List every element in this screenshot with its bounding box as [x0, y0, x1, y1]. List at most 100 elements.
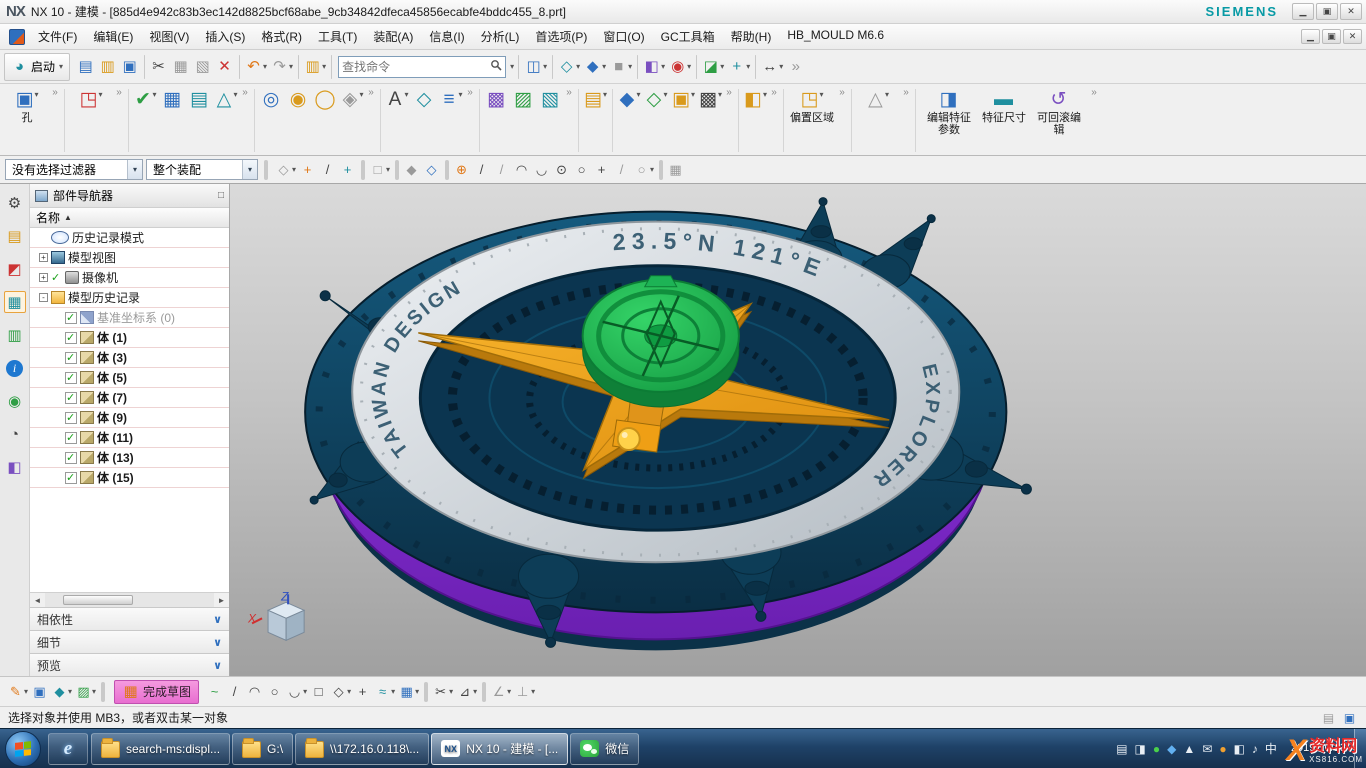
part-navigator-icon[interactable]: ▦	[4, 291, 26, 313]
reopen-part-icon[interactable]: ▥▾	[302, 54, 328, 80]
snap-online-icon[interactable]: /	[492, 159, 512, 181]
snap-intersection-icon[interactable]: +	[338, 159, 358, 181]
open-file-icon[interactable]: ▥	[97, 54, 119, 80]
child-restore-button[interactable]: ▣	[1322, 29, 1341, 44]
feature-toolbar-item[interactable]	[64, 89, 65, 152]
sketch-toolbar-icon[interactable]	[482, 682, 486, 702]
navigator-section[interactable]: 相依性 ∨	[30, 607, 229, 630]
toolbar-icon[interactable]	[298, 55, 299, 79]
toolbar-icon[interactable]	[755, 55, 756, 79]
scroll-left-icon[interactable]: ◄	[30, 596, 45, 605]
visibility-checkbox[interactable]	[65, 372, 77, 384]
lattice-icon[interactable]: ▩	[483, 86, 510, 155]
blue-app-tray-icon[interactable]: ◆	[1167, 743, 1176, 755]
tree-node-label[interactable]: 体 (13)	[97, 449, 134, 466]
feature-toolbar-item[interactable]: »	[114, 86, 125, 155]
snap-slash-icon[interactable]: /	[612, 159, 632, 181]
navigator-section[interactable]: 细节 ∨	[30, 630, 229, 653]
coil-icon[interactable]: ◉	[285, 86, 312, 155]
search-chevron-icon[interactable]: ▾	[510, 62, 514, 71]
tree-node-label[interactable]: 模型历史记录	[68, 289, 140, 306]
tree-node-label[interactable]: 模型视图	[68, 249, 116, 266]
search-input[interactable]	[342, 60, 490, 74]
move-face-icon[interactable]: ◆▾	[616, 86, 643, 155]
sketch-constrain-icon[interactable]: ◆▾	[50, 681, 74, 703]
snap-center-icon[interactable]: ⊙	[552, 159, 572, 181]
offset-curve-icon[interactable]: ≈▾	[373, 681, 397, 703]
tree-node-label[interactable]: 体 (5)	[97, 369, 127, 386]
snap-midpoint-icon[interactable]: /	[318, 159, 338, 181]
tree-node-label[interactable]: 历史记录模式	[72, 229, 144, 246]
feature-dimension-button[interactable]: ▬ 特征尺寸	[979, 86, 1029, 155]
info-icon[interactable]: i	[4, 357, 26, 379]
snap-arc-icon[interactable]: ◠	[512, 159, 532, 181]
start-menu-button[interactable]: ◕ 启动 ▾	[4, 53, 70, 81]
snap-toolbar-icon[interactable]	[395, 160, 399, 180]
window-layout-icon[interactable]: ◫▾	[523, 54, 549, 80]
datum-axis-icon[interactable]: △▾	[213, 86, 240, 155]
shaded-select-icon[interactable]: ◆	[402, 159, 422, 181]
replace-face-icon[interactable]: ◇▾	[643, 86, 670, 155]
snap-plus-icon[interactable]: +	[592, 159, 612, 181]
boolean-button[interactable]: ◳▾	[68, 86, 114, 155]
feature-toolbar-item[interactable]: »	[564, 86, 575, 155]
feature-toolbar-item[interactable]: »	[769, 86, 780, 155]
toolbar-icon[interactable]	[637, 55, 638, 79]
feature-toolbar-item[interactable]: »	[366, 86, 377, 155]
torus-icon[interactable]: ◯	[312, 86, 339, 155]
taskbar-button[interactable]: NX 10 - 建模 - [...	[431, 733, 568, 765]
snapshot-icon[interactable]: ◧▾	[641, 54, 667, 80]
hole-button[interactable]: ▣▾ 孔	[4, 86, 50, 155]
app-tray-icon[interactable]: ◨	[1135, 743, 1146, 755]
menu-item[interactable]: 装配(A)	[365, 25, 421, 48]
visibility-checkbox[interactable]	[65, 412, 77, 424]
toolbar-icon[interactable]	[239, 55, 240, 79]
toolbar-overflow-icon[interactable]: »	[785, 54, 807, 80]
sketch-curve-icon[interactable]: ▣	[30, 681, 50, 703]
delete-face-button[interactable]: △▾	[855, 86, 901, 155]
sketch-pattern-icon[interactable]: ▨▾	[74, 681, 98, 703]
tree-row[interactable]: 历史记录模式	[30, 228, 229, 248]
tree-row[interactable]: 基准坐标系 (0)	[30, 308, 229, 328]
resize-face-icon[interactable]: ▣▾	[670, 86, 697, 155]
feature-toolbar-item[interactable]	[783, 89, 784, 152]
box-tool-icon[interactable]: ◧▾	[742, 86, 769, 155]
view-orient-icon[interactable]: ◇▾	[556, 54, 582, 80]
child-minimize-button[interactable]: ▁	[1301, 29, 1320, 44]
menu-item[interactable]: 视图(V)	[141, 25, 197, 48]
edit-feature-param-button[interactable]: ◨ 编辑特征参数	[919, 86, 979, 155]
reuse-library-icon[interactable]: ▥	[4, 324, 26, 346]
tree-row[interactable]: 体 (15)	[30, 468, 229, 488]
float-panel-icon[interactable]: □	[218, 190, 224, 201]
orange-app-tray-icon[interactable]: ●	[1219, 743, 1226, 755]
volume-tray-icon[interactable]: ♪	[1252, 743, 1258, 755]
search-icon[interactable]	[490, 59, 502, 74]
pattern-curve-icon[interactable]: ▦▾	[397, 681, 421, 703]
snap-ghost-icon[interactable]: ○▾	[632, 159, 656, 181]
feature-toolbar-item[interactable]	[578, 89, 579, 152]
visibility-checkbox[interactable]	[65, 472, 77, 484]
expander-icon[interactable]: +	[39, 253, 48, 262]
tree-row[interactable]: 体 (9)	[30, 408, 229, 428]
fillet-icon[interactable]: ◡▾	[285, 681, 309, 703]
tree-row[interactable]: - 模型历史记录	[30, 288, 229, 308]
snap-endpoint-icon[interactable]: /	[472, 159, 492, 181]
expander-icon[interactable]: -	[39, 293, 48, 302]
hidden-icons-chevron[interactable]: ▲	[1183, 743, 1195, 755]
snap-toolbar-icon[interactable]	[659, 160, 663, 180]
palette-icon[interactable]: ◧	[4, 456, 26, 478]
feature-toolbar-item[interactable]	[128, 89, 129, 152]
spring-tool-icon[interactable]: ◎	[258, 86, 285, 155]
toolbar-icon[interactable]	[696, 55, 697, 79]
menu-item[interactable]: 帮助(H)	[723, 25, 780, 48]
label-icon[interactable]: ▩▾	[697, 86, 724, 155]
tree-node-label[interactable]: 体 (1)	[97, 329, 127, 346]
rollback-edit-button[interactable]: ↺ 可回滚编辑	[1029, 86, 1089, 155]
feature-toolbar-item[interactable]: »	[1089, 86, 1100, 155]
tree-row[interactable]: 体 (3)	[30, 348, 229, 368]
visibility-checkbox[interactable]	[65, 312, 77, 324]
polygon-icon[interactable]: ◇▾	[329, 681, 353, 703]
note-icon[interactable]: ▤▾	[582, 86, 609, 155]
snap-tangent-icon[interactable]: ◡	[532, 159, 552, 181]
visibility-checkbox[interactable]	[51, 271, 62, 284]
